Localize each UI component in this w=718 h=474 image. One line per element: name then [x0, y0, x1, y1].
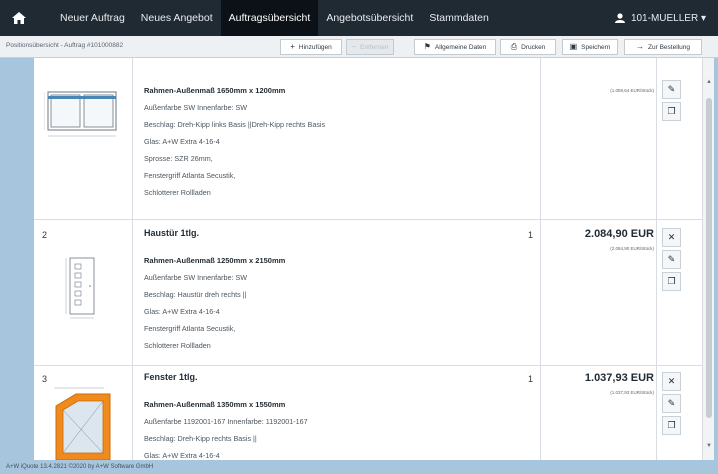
save-icon: ▣ — [569, 42, 578, 51]
nav-order-overview[interactable]: Auftragsübersicht — [220, 0, 319, 36]
position-number: 2 — [42, 230, 48, 240]
home-button[interactable] — [0, 0, 38, 36]
user-icon — [614, 13, 625, 23]
copy-icon: ❐ — [667, 276, 676, 286]
delete-button[interactable]: ✕ — [662, 372, 681, 391]
copy-button[interactable]: ❐ — [662, 272, 681, 291]
minus-icon: – — [351, 42, 357, 51]
edit-button[interactable]: ✎ — [662, 250, 681, 269]
total-price: 1.037,93 EUR — [584, 372, 654, 384]
scroll-up-icon[interactable]: ▲ — [705, 78, 713, 86]
nav-new-order[interactable]: Neuer Auftrag — [52, 0, 133, 36]
delete-icon: ✕ — [667, 232, 676, 242]
copy-button[interactable]: ❐ — [662, 102, 681, 121]
nav-master-data[interactable]: Stammdaten — [421, 0, 497, 36]
arrow-right-icon: → — [636, 42, 645, 51]
delete-button[interactable]: ✕ — [662, 228, 681, 247]
edit-icon: ✎ — [667, 84, 676, 94]
edit-icon: ✎ — [667, 254, 676, 264]
position-title: Haustür 1tlg. — [144, 228, 200, 238]
table-row[interactable]: 2 Haustür 1tlg. Rahmen-Außenmaß 1250mm x… — [34, 220, 702, 366]
scroll-down-icon[interactable]: ▼ — [705, 442, 713, 450]
nav-new-quote[interactable]: Neues Angebot — [133, 0, 221, 36]
scrollbar-thumb[interactable] — [706, 98, 712, 418]
save-button[interactable]: ▣ Speichern — [562, 39, 618, 55]
home-icon — [12, 12, 26, 24]
remove-button[interactable]: – Entfernen — [346, 39, 394, 55]
user-menu[interactable]: 101-MUELLER ▾ — [614, 0, 706, 36]
copy-button[interactable]: ❐ — [662, 416, 681, 435]
top-navigation: Neuer Auftrag Neues Angebot Auftragsüber… — [0, 0, 718, 36]
position-number: 3 — [42, 374, 48, 384]
position-title: Fenster 1tlg. — [144, 372, 198, 382]
position-description: Rahmen-Außenmaß 1650mm x 1200mm Außenfar… — [144, 86, 326, 197]
unit-price: (1.059,64 EUR/Stück) — [610, 88, 654, 93]
edit-button[interactable]: ✎ — [662, 80, 681, 99]
general-data-button[interactable]: ⚑ Allgemeine Daten — [414, 39, 496, 55]
to-order-button[interactable]: → Zur Bestellung — [624, 39, 702, 55]
add-button[interactable]: + Hinzufügen — [280, 39, 342, 55]
total-price: 2.084,90 EUR — [584, 228, 654, 240]
print-icon: ⎙ — [510, 42, 518, 51]
footer-copyright: A+W iQuote 13.4.2821 ©2020 by A+W Softwa… — [6, 464, 154, 470]
plus-icon: + — [290, 42, 295, 51]
shaped-window-drawing-icon — [54, 387, 111, 460]
print-button[interactable]: ⎙ Drucken — [500, 39, 556, 55]
nav-quote-overview[interactable]: Angebotsübersicht — [318, 0, 421, 36]
quantity: 1 — [528, 230, 534, 240]
table-row[interactable]: 3 Fenster 1tlg. Rahmen-Außenmaß 1350mm x… — [34, 366, 702, 460]
position-description: Fenster 1tlg. Rahmen-Außenmaß 1350mm x 1… — [144, 372, 424, 460]
delete-icon: ✕ — [667, 376, 676, 386]
quantity: 1 — [528, 374, 534, 384]
window-drawing-icon — [44, 91, 117, 137]
copy-icon: ❐ — [667, 420, 676, 430]
edit-button[interactable]: ✎ — [662, 394, 681, 413]
breadcrumb: Positionsübersicht - Auftrag #101000882 — [6, 42, 124, 49]
unit-price: (1.037,93 EUR/Stück) — [610, 390, 654, 395]
door-drawing-icon — [65, 257, 95, 319]
flag-icon: ⚑ — [423, 42, 431, 51]
position-description: Haustür 1tlg. Rahmen-Außenmaß 1250mm x 2… — [144, 228, 424, 354]
toolbar: Positionsübersicht - Auftrag #101000882 … — [0, 36, 718, 58]
position-list: Rahmen-Außenmaß 1650mm x 1200mm Außenfar… — [34, 58, 702, 460]
vertical-scrollbar[interactable]: ▲ ▼ — [702, 58, 714, 460]
table-row[interactable]: Rahmen-Außenmaß 1650mm x 1200mm Außenfar… — [34, 58, 702, 220]
unit-price: (2.084,90 EUR/Stück) — [610, 246, 654, 251]
copy-icon: ❐ — [667, 106, 676, 116]
user-name: 101-MUELLER ▾ — [630, 12, 706, 24]
edit-icon: ✎ — [667, 398, 676, 408]
